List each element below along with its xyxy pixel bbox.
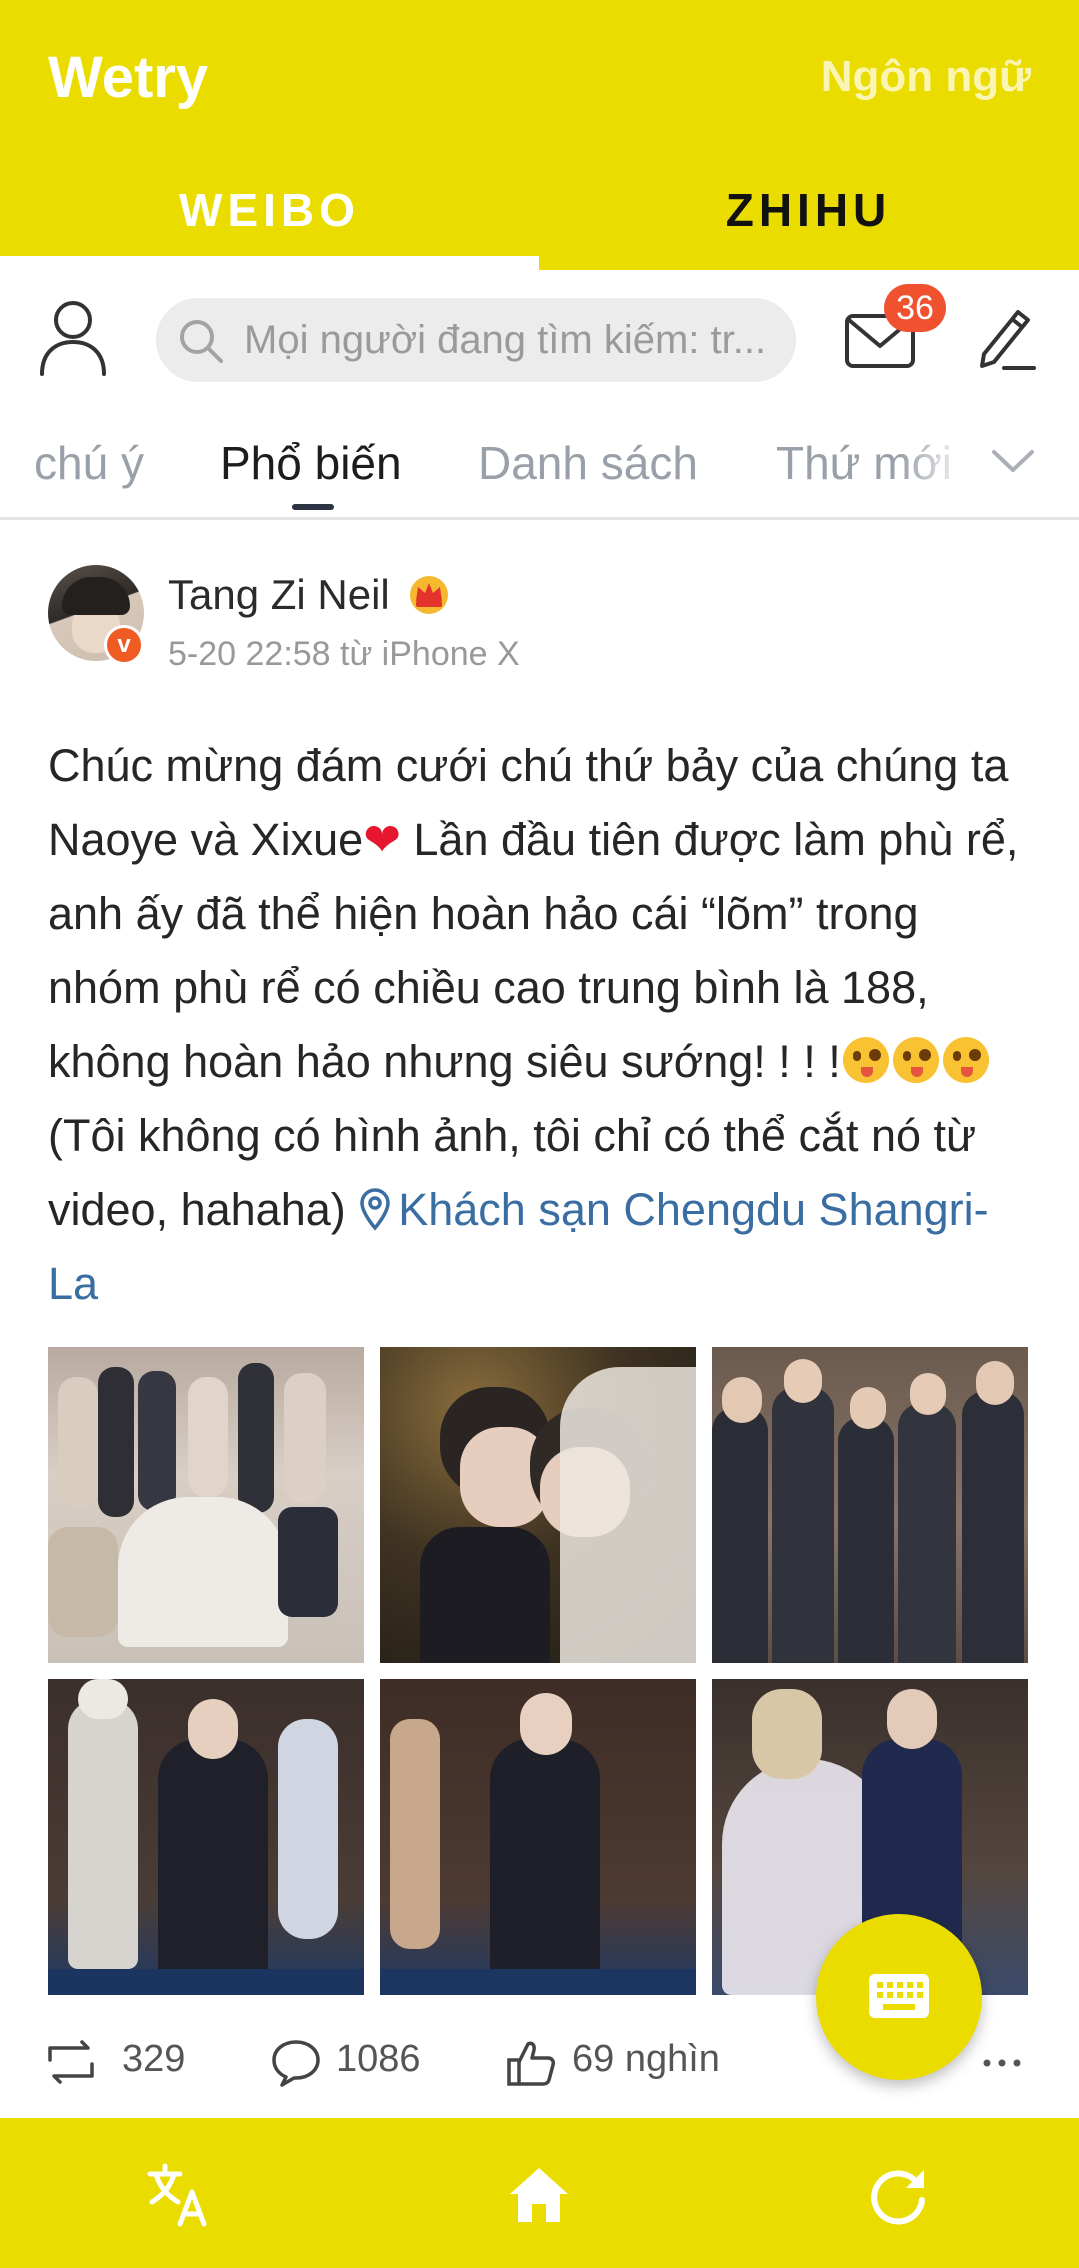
repost-icon[interactable] bbox=[44, 2038, 98, 2086]
search-input[interactable]: Mọi người đang tìm kiếm: tr... bbox=[244, 298, 784, 382]
photo-groomsmen[interactable] bbox=[712, 1347, 1028, 1663]
category-popular[interactable]: Phổ biến bbox=[220, 436, 402, 490]
language-button[interactable]: Ngôn ngữ bbox=[821, 52, 1031, 102]
tongue-face-emoji bbox=[942, 1037, 989, 1083]
post-text: Chúc mừng đám cưới chú thứ bảy của chúng… bbox=[48, 729, 1038, 1321]
location-pin-icon bbox=[360, 1188, 390, 1231]
app-title: Wetry bbox=[48, 45, 209, 110]
bottom-nav bbox=[0, 2118, 1079, 2268]
tongue-face-emoji bbox=[892, 1037, 939, 1083]
crown-icon bbox=[410, 576, 448, 614]
post-meta: 5-20 22:58 từ iPhone X bbox=[168, 635, 520, 673]
author-name[interactable]: Tang Zi Neil bbox=[168, 571, 390, 619]
category-list[interactable]: Danh sách bbox=[478, 436, 698, 490]
search-bar[interactable]: Mọi người đang tìm kiếm: tr... bbox=[156, 298, 796, 382]
like-icon[interactable] bbox=[506, 2038, 556, 2088]
category-follow[interactable]: chú ý bbox=[34, 436, 144, 490]
tab-zhihu[interactable]: ZHIHU bbox=[539, 150, 1078, 270]
mail-count-badge: 36 bbox=[884, 284, 946, 332]
refresh-icon[interactable] bbox=[866, 2162, 932, 2228]
chevron-down-icon[interactable] bbox=[990, 444, 1036, 478]
comment-icon[interactable] bbox=[270, 2038, 322, 2088]
user-icon[interactable] bbox=[38, 296, 108, 376]
avatar-hair bbox=[62, 577, 130, 615]
photo-groom-walking[interactable] bbox=[380, 1679, 696, 1995]
tongue-face-emoji bbox=[842, 1037, 889, 1083]
verified-badge: v bbox=[104, 625, 144, 665]
active-tab-indicator bbox=[0, 256, 539, 270]
keyboard-icon bbox=[869, 1974, 929, 2018]
repost-count: 329 bbox=[122, 2038, 186, 2080]
photo-wedding-group[interactable] bbox=[48, 1347, 364, 1663]
search-icon bbox=[180, 320, 223, 363]
tab-weibo[interactable]: WEIBO bbox=[0, 150, 539, 270]
app-bar: Wetry Ngôn ngữ bbox=[0, 0, 1079, 150]
category-fade bbox=[900, 408, 970, 516]
like-count: 69 nghìn bbox=[572, 2038, 720, 2080]
heart-emoji: ❤ bbox=[363, 814, 401, 865]
more-icon[interactable] bbox=[982, 2058, 1022, 2068]
keyboard-fab[interactable] bbox=[816, 1914, 982, 2080]
comment-count: 1086 bbox=[336, 2038, 421, 2080]
edit-icon[interactable] bbox=[974, 302, 1036, 372]
photo-groom-walking-guests[interactable] bbox=[48, 1679, 364, 1995]
search-toolbar: Mọi người đang tìm kiếm: tr... 36 bbox=[0, 270, 1079, 408]
source-tabs: WEIBO ZHIHU bbox=[0, 150, 1079, 270]
photo-couple-kiss[interactable] bbox=[380, 1347, 696, 1663]
translate-icon[interactable] bbox=[146, 2162, 212, 2228]
category-active-underline bbox=[292, 504, 334, 510]
home-icon[interactable] bbox=[506, 2162, 572, 2228]
category-tabs: chú ý Phổ biến Danh sách Thứ mới bbox=[0, 408, 1079, 520]
